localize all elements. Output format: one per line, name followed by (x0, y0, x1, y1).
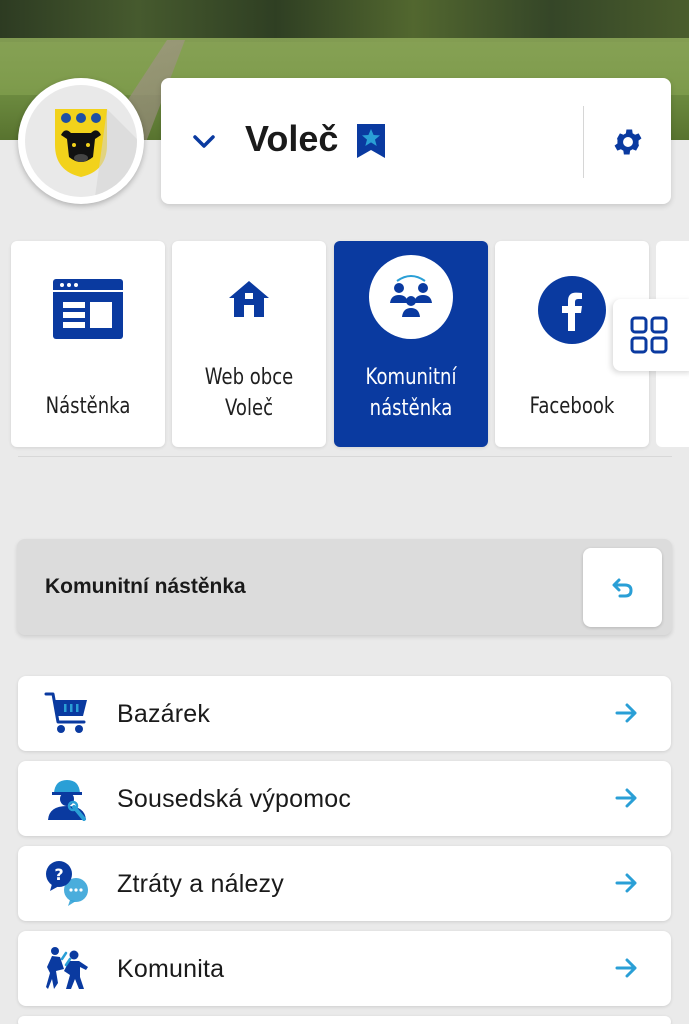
arrow-right-icon (615, 703, 637, 723)
section-title: Komunitní nástěnka (45, 575, 246, 598)
facebook-icon (538, 276, 606, 344)
tile-label-line2: Voleč (224, 396, 273, 421)
home-icon (229, 281, 269, 317)
all-tiles-button[interactable] (613, 299, 689, 371)
list-item-ztraty-a-nalezy[interactable]: ? Ztráty a nálezy (18, 846, 671, 921)
arrow-right-icon (615, 788, 637, 808)
back-button[interactable] (583, 548, 662, 627)
tile-label: Nástěnka (45, 394, 131, 419)
tile-label-line2: nástěnka (369, 396, 453, 421)
tile-community-board[interactable]: Komunitní nástěnka (334, 241, 488, 447)
tile-label-line1: Web obce (204, 365, 294, 390)
tile-web-obce[interactable]: Web obce Voleč (172, 241, 326, 447)
list-item-label: Ztráty a nálezy (117, 870, 284, 898)
favorite-bookmark-icon[interactable] (355, 122, 387, 160)
bulletin-board-icon (53, 279, 123, 339)
list-item-sousedska-vypomoc[interactable]: Sousedská výpomoc (18, 761, 671, 836)
question-chat-icon: ? (46, 861, 88, 906)
arrow-right-icon (615, 873, 637, 893)
svg-text:?: ? (54, 865, 63, 884)
cart-icon (44, 692, 87, 733)
community-icon (369, 255, 453, 339)
list-item-label: Bazárek (117, 700, 211, 728)
header-divider (583, 106, 584, 178)
arrow-right-icon (615, 958, 637, 978)
grid-icon (630, 316, 668, 354)
tile-label-line1: Komunitní (365, 365, 457, 390)
tile-bulletin-board[interactable]: Nástěnka (11, 241, 165, 447)
list-item-label: Komunita (117, 955, 225, 983)
worker-icon (48, 780, 86, 821)
list-item-bazarek[interactable]: Bazárek (18, 676, 671, 751)
list-item-komunita[interactable]: Komunita (18, 931, 671, 1006)
municipality-title[interactable]: Voleč (245, 118, 338, 160)
tile-label: Facebook (529, 394, 615, 419)
tiles-divider (18, 456, 672, 457)
undo-icon (612, 578, 633, 598)
section-header: Komunitní nástěnka (17, 539, 672, 635)
list-item-label: Sousedská výpomoc (117, 785, 352, 813)
coat-of-arms-icon (55, 109, 137, 197)
municipality-crest (18, 78, 144, 204)
gear-icon[interactable] (611, 125, 645, 159)
municipality-header-card: Voleč (161, 78, 671, 204)
list-item-partial[interactable] (18, 1016, 671, 1024)
people-running-icon (46, 947, 88, 989)
chevron-down-icon[interactable] (191, 128, 217, 154)
